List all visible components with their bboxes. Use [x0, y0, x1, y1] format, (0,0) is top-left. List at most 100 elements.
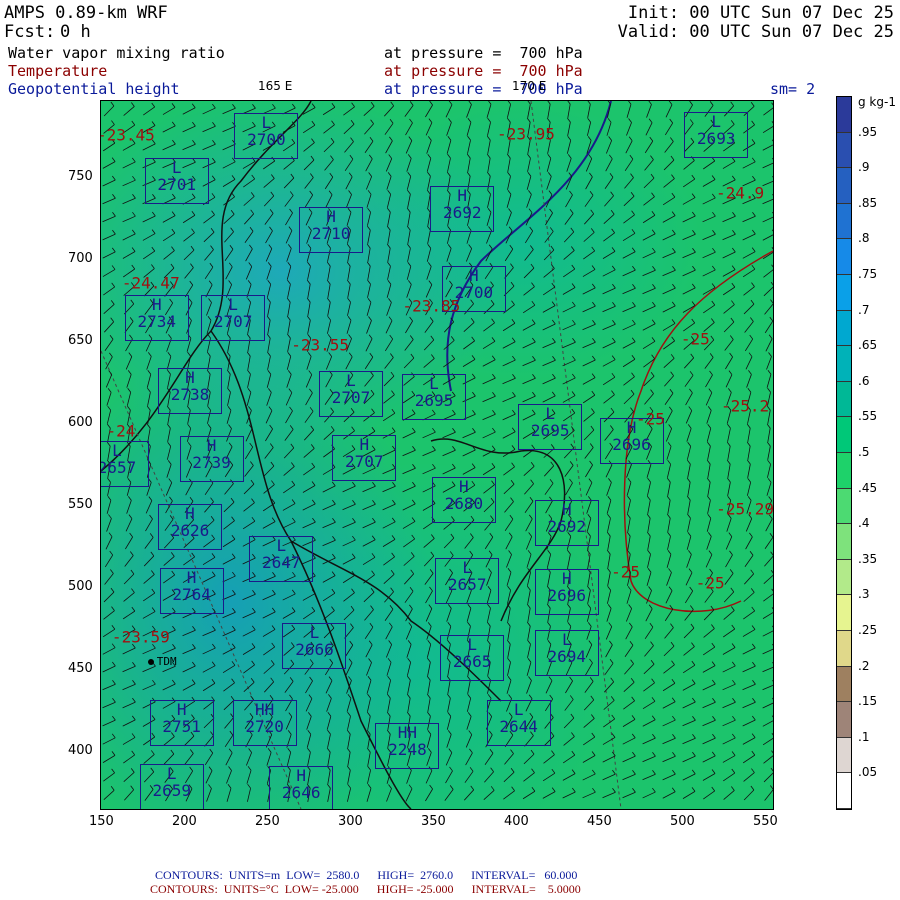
colorbar-swatch [837, 381, 851, 418]
height-center-high: H 2680 [431, 477, 496, 524]
field-level-mixing-ratio: at pressure = 700 hPa [384, 44, 583, 62]
colorbar-label: .2 [858, 658, 870, 673]
center-value: 2694 [547, 646, 587, 666]
center-type: L [228, 295, 238, 315]
center-value: 2626 [170, 520, 210, 540]
center-type: L [309, 623, 320, 643]
height-center-low: L 2666 [282, 623, 347, 670]
footer-temperature-contours: CONTOURS: UNITS=°C LOW= -25.000 HIGH= -2… [150, 882, 581, 897]
center-value: 2701 [157, 174, 196, 194]
colorbar-label: .7 [858, 302, 870, 317]
center-type: H [186, 567, 197, 587]
center-value: 2696 [547, 586, 587, 606]
colorbar-label: .1 [858, 729, 870, 744]
y-tick-label: 500 [68, 579, 93, 594]
center-value: 2680 [444, 494, 484, 514]
center-value: 2666 [295, 640, 334, 660]
center-type: L [513, 700, 524, 720]
station-marker [147, 658, 154, 665]
height-center-high: H 2692 [430, 185, 495, 232]
height-center-high: H 2738 [157, 367, 222, 414]
height-center-high: H 2751 [149, 700, 214, 747]
colorbar-swatch [837, 132, 851, 169]
x-tick-label: 550 [753, 814, 778, 829]
center-type: H [206, 436, 217, 456]
center-type: L [346, 370, 356, 390]
units: UNITS=m [228, 868, 281, 882]
center-value: 2738 [170, 384, 210, 404]
y-tick-label: 450 [68, 661, 93, 676]
colorbar-label: .95 [858, 124, 878, 139]
center-type: H [296, 766, 306, 786]
temperature-label: -25 [680, 329, 710, 349]
x-tick-label: 500 [670, 814, 695, 829]
center-type: L [711, 111, 721, 131]
height-center-low: L 2695 [518, 403, 583, 450]
center-type: H [457, 185, 468, 205]
colorbar-units: g kg-1 [858, 95, 896, 109]
center-type: H [561, 569, 572, 589]
contours-label: CONTOURS: [155, 868, 223, 882]
map-plot-area: L 2700 L 2701 H 2710 H 2692 L 2693 H 2700 H 2734 L 2707… [100, 100, 774, 810]
colorbar-swatch [837, 452, 851, 489]
colorbar-swatch [837, 417, 851, 453]
colorbar-label: .3 [858, 587, 870, 602]
longitude-label-170: 170 E [512, 79, 547, 93]
height-center-low: L 2665 [440, 634, 505, 681]
low: LOW= 2580.0 [286, 868, 360, 882]
colorbar-swatch [837, 559, 851, 596]
center-type: L [467, 634, 477, 654]
station-tdm: TDM [156, 654, 177, 668]
interval: INTERVAL= 5.0000 [471, 882, 581, 896]
center-type: L [545, 403, 555, 423]
center-value: 2734 [137, 312, 177, 332]
temperature-label: -23.85 [402, 296, 461, 316]
colorbar-swatch [837, 310, 851, 347]
temperature-label: -23.59 [111, 627, 170, 647]
center-type: L [462, 557, 472, 577]
center-type: H [469, 265, 479, 285]
height-center-high: H 2707 [332, 434, 397, 481]
height-center-high: H 2692 [534, 500, 599, 547]
center-value: 2644 [499, 717, 538, 737]
interval: INTERVAL= 60.000 [471, 868, 578, 882]
colorbar-swatch [837, 97, 851, 133]
center-type: HH [255, 700, 275, 720]
x-tick-label: 350 [421, 814, 446, 829]
colorbar-label: .85 [858, 195, 878, 210]
center-type: H [561, 500, 572, 520]
colorbar-label: .15 [858, 694, 878, 709]
colorbar-label: .9 [858, 160, 870, 175]
center-value: 2707 [345, 451, 384, 471]
height-center-high: H 2734 [124, 295, 189, 342]
height-center-high: H 2739 [179, 436, 244, 483]
x-tick-label: 450 [587, 814, 612, 829]
center-value: 2696 [612, 435, 651, 455]
height-center-low: L 2657 [435, 557, 500, 604]
colorbar-swatch [837, 524, 851, 560]
height-center-low: L 2657 [101, 441, 149, 488]
colorbar-swatch [837, 630, 851, 667]
model-title: AMPS 0.89-km WRF [4, 3, 168, 23]
height-center-low: L 2707 [201, 295, 266, 342]
height-center-low: L 2700 [234, 113, 299, 160]
y-tick-label: 400 [68, 743, 93, 758]
temperature-label: -24.47 [121, 273, 180, 293]
low: LOW= -25.000 [284, 882, 359, 896]
smoothing-label: sm= 2 [770, 80, 816, 98]
center-type: L [171, 157, 182, 177]
colorbar-swatch [837, 168, 851, 204]
height-center-low: L 2694 [534, 629, 599, 676]
colorbar-swatch [837, 702, 851, 738]
contours-label: CONTOURS: [150, 882, 218, 896]
colorbar-swatch [837, 773, 851, 809]
center-value: 2695 [530, 420, 570, 440]
center-type: L [261, 113, 272, 133]
height-center-low: L 2644 [486, 700, 551, 747]
center-type: H [326, 206, 336, 226]
colorbar-label: .5 [858, 445, 870, 459]
longitude-label-165: 165 E [258, 79, 293, 93]
center-value: 2693 [696, 128, 736, 148]
y-tick-label: 600 [68, 415, 93, 430]
colorbar-label: .05 [858, 765, 878, 780]
